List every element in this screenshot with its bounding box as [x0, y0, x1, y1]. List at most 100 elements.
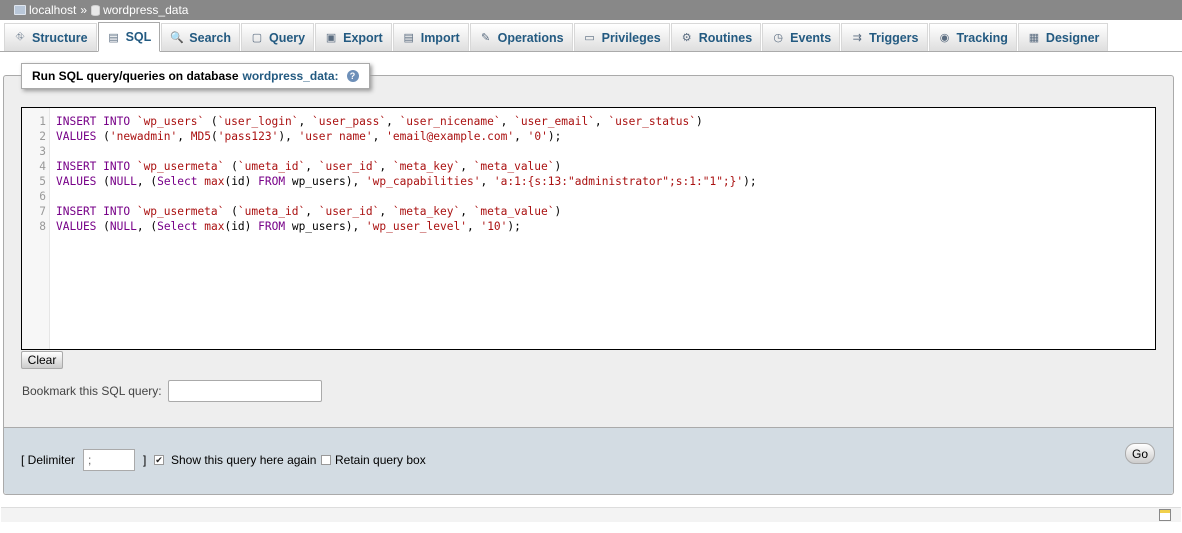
tab-label: SQL: [125, 30, 152, 44]
routines-icon: ⚙: [681, 32, 692, 44]
breadcrumb-server[interactable]: localhost: [14, 3, 76, 17]
sql-code-area[interactable]: INSERT INTO `wp_users` (`user_login`, `u…: [50, 108, 757, 349]
code-token: 'user name': [298, 130, 373, 143]
query-icon: ▢: [251, 32, 263, 44]
code-token: (: [103, 130, 110, 143]
show-query-again-label[interactable]: Show this query here again: [171, 453, 316, 467]
line-number: 7: [39, 205, 46, 218]
wrench-icon: ✎: [481, 32, 491, 44]
code-token: 'wp_user_level': [365, 220, 467, 233]
go-button[interactable]: Go: [1125, 443, 1155, 464]
tab-routines[interactable]: ⚙ Routines: [670, 23, 762, 51]
code-token: ),: [278, 130, 299, 143]
code-token: max: [204, 175, 225, 188]
code-token: NULL: [109, 220, 137, 233]
code-token: `meta_key`: [392, 160, 461, 173]
line-number: 5: [39, 175, 46, 188]
eye-icon: ◉: [939, 32, 950, 44]
code-token: `umeta_id`: [237, 160, 306, 173]
show-query-again-checkbox[interactable]: ✔: [154, 455, 164, 465]
code-token: , (: [136, 220, 158, 233]
clear-button[interactable]: Clear: [21, 351, 63, 369]
line-number: 4: [39, 160, 46, 173]
code-token: );: [743, 175, 757, 188]
code-token: 'pass123': [217, 130, 279, 143]
code-token: ,: [379, 205, 393, 218]
legend-text: Run SQL query/queries on database: [32, 69, 239, 83]
code-line: VALUES (NULL, (Select max(id) FROM wp_us…: [56, 174, 757, 189]
tab-events[interactable]: ◷ Events: [762, 23, 841, 51]
export-icon: ▣: [325, 32, 337, 44]
help-icon[interactable]: ?: [346, 70, 359, 82]
code-token: INSERT INTO: [56, 115, 137, 128]
tab-sql[interactable]: ▤ SQL: [97, 22, 161, 52]
tab-export[interactable]: ▣ Export: [315, 23, 392, 51]
code-line: INSERT INTO `wp_usermeta` (`umeta_id`, `…: [56, 159, 757, 174]
privileges-icon: ▭: [584, 32, 595, 44]
bookmark-input[interactable]: [168, 380, 322, 402]
code-token: (: [103, 220, 110, 233]
code-line: INSERT INTO `wp_usermeta` (`umeta_id`, `…: [56, 204, 757, 219]
code-token: VALUES: [56, 130, 104, 143]
code-token: ): [554, 160, 562, 173]
tab-tracking[interactable]: ◉ Tracking: [928, 23, 1017, 51]
tab-query[interactable]: ▢ Query: [240, 23, 315, 51]
code-token: `user_id`: [318, 205, 380, 218]
code-token: `umeta_id`: [237, 205, 306, 218]
tab-search[interactable]: 🔍 Search: [161, 23, 240, 51]
tab-label: Designer: [1045, 30, 1100, 45]
tab-designer[interactable]: ▦ Designer: [1017, 23, 1109, 51]
retain-query-box-label[interactable]: Retain query box: [335, 453, 426, 467]
tab-label: Export: [343, 30, 383, 45]
console-toggle-icon[interactable]: [1159, 509, 1171, 521]
breadcrumb-server-label[interactable]: localhost: [29, 3, 76, 17]
code-token: `meta_value`: [473, 160, 555, 173]
delimiter-input[interactable]: ;: [83, 449, 135, 471]
tab-label: Events: [790, 30, 832, 45]
code-token: 'email@example.com': [386, 130, 515, 143]
code-token: (: [210, 130, 218, 143]
tab-label: Privileges: [601, 30, 661, 45]
tab-privileges[interactable]: ▭ Privileges: [573, 23, 670, 51]
code-token: wp_users),: [291, 175, 366, 188]
code-token: `user_login`: [217, 115, 299, 128]
sql-editor[interactable]: 12345678 INSERT INTO `wp_users` (`user_l…: [21, 107, 1156, 350]
retain-query-box-checkbox[interactable]: [321, 455, 331, 465]
structure-icon: ⛗: [15, 31, 25, 43]
line-number: 6: [39, 190, 46, 203]
code-token: );: [547, 130, 562, 143]
code-token: , (: [136, 175, 158, 188]
code-token: ,: [298, 115, 312, 128]
tab-triggers[interactable]: ⇉ Triggers: [841, 23, 928, 51]
code-token: ,: [460, 160, 474, 173]
legend-database: wordpress_data:: [242, 69, 339, 83]
tab-label: Import: [420, 30, 460, 45]
console-bar: [1, 507, 1181, 522]
line-number-gutter: 1 2 3 4 5 6 7 8: [22, 108, 50, 349]
line-number: 2: [39, 130, 46, 143]
tab-import[interactable]: ▤ Import: [392, 23, 469, 51]
breadcrumb-separator: »: [80, 3, 88, 17]
tab-label: Triggers: [869, 30, 919, 45]
code-token: ,: [386, 115, 400, 128]
code-token: ,: [514, 130, 528, 143]
tab-structure[interactable]: ⛗ Structure: [4, 23, 97, 51]
code-token: FROM: [258, 220, 292, 233]
database-icon: [91, 4, 101, 16]
code-token: ): [695, 115, 703, 128]
code-token: (: [224, 205, 238, 218]
tab-label: Query: [268, 30, 306, 45]
breadcrumb: localhost » wordpress_data: [0, 0, 1182, 20]
tab-label: Search: [189, 30, 231, 45]
code-token: ,: [305, 160, 319, 173]
code-token: ,: [379, 160, 393, 173]
breadcrumb-database[interactable]: wordpress_data: [91, 3, 188, 17]
tab-operations[interactable]: ✎ Operations: [469, 23, 573, 51]
code-token: Select: [157, 175, 205, 188]
code-token: (: [103, 175, 110, 188]
code-token: Select: [157, 220, 205, 233]
delimiter-label: [ Delimiter: [21, 453, 76, 467]
breadcrumb-database-label[interactable]: wordpress_data: [103, 3, 188, 17]
tab-label: Routines: [698, 30, 753, 45]
